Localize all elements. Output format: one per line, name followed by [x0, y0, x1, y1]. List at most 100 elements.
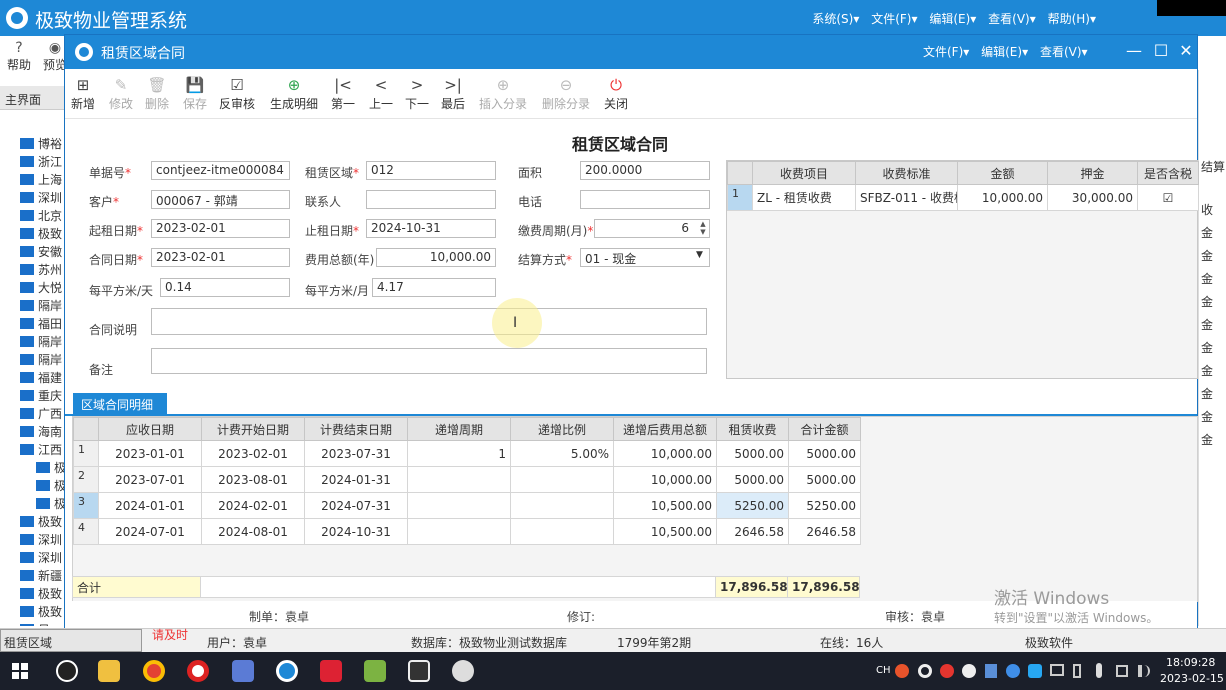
- ratio-cell[interactable]: 5.00%: [510, 440, 614, 467]
- shield-icon[interactable]: [985, 664, 997, 678]
- close-button[interactable]: ⏻ 关闭: [604, 75, 628, 112]
- rent-cell[interactable]: 5250.00: [716, 492, 789, 519]
- network-icon[interactable]: [1116, 665, 1128, 677]
- due-cell[interactable]: 2023-07-01: [98, 466, 202, 493]
- start-cell[interactable]: 2024-08-01: [201, 518, 305, 545]
- per-day-field[interactable]: 0.14: [160, 278, 290, 297]
- minimize-button[interactable]: —: [1123, 41, 1145, 60]
- fee-standard-cell[interactable]: SFBZ-011 - 收费标准: [855, 184, 958, 211]
- tree-node[interactable]: 极: [36, 495, 66, 513]
- cycle-cell[interactable]: 1: [407, 440, 511, 467]
- end-cell[interactable]: 2023-07-31: [304, 440, 408, 467]
- total-cell[interactable]: 10,500.00: [613, 518, 717, 545]
- tree-node[interactable]: 极致: [20, 225, 62, 243]
- android-icon[interactable]: [364, 660, 386, 682]
- tree-node[interactable]: 福田: [20, 315, 62, 333]
- contact-field[interactable]: [366, 190, 496, 209]
- total-cell[interactable]: 10,000.00: [613, 440, 717, 467]
- tree-node[interactable]: 隔岸: [20, 333, 62, 351]
- total-fee-field[interactable]: 10,000.00: [376, 248, 496, 267]
- clapper-icon[interactable]: [408, 660, 430, 682]
- window-menu-view[interactable]: 查看(V)▾: [1040, 43, 1088, 60]
- cycle-cell[interactable]: [407, 492, 511, 519]
- start-date-field[interactable]: 2023-02-01: [151, 219, 290, 238]
- sum-cell[interactable]: 2646.58: [788, 518, 861, 545]
- rent-cell[interactable]: 2646.58: [716, 518, 789, 545]
- tree-node[interactable]: 深圳: [20, 189, 62, 207]
- first-button[interactable]: |< 第一: [331, 75, 355, 112]
- tree-node[interactable]: 极: [36, 477, 66, 495]
- clock-time[interactable]: 18:09:28: [1166, 656, 1215, 669]
- deposit-cell[interactable]: 30,000.00: [1047, 184, 1138, 211]
- window-menu-file[interactable]: 文件(F)▾: [923, 43, 969, 60]
- tree-node[interactable]: 隔岸: [20, 297, 62, 315]
- rent-cell[interactable]: 5000.00: [716, 466, 789, 493]
- area-field[interactable]: 200.0000: [580, 161, 710, 180]
- avatar-icon[interactable]: [452, 660, 474, 682]
- tray-rec-icon[interactable]: [918, 664, 932, 678]
- tree-node[interactable]: 广西: [20, 405, 62, 423]
- record-icon[interactable]: [187, 660, 209, 682]
- table-row[interactable]: 1 2023-01-01 2023-02-01 2023-07-31 1 5.00% 10,…: [73, 440, 861, 467]
- tool-icon[interactable]: [232, 660, 254, 682]
- menu-edit[interactable]: 编辑(E)▾: [929, 10, 976, 27]
- menu-view[interactable]: 查看(V)▾: [988, 10, 1036, 27]
- microphone-icon[interactable]: [1096, 663, 1102, 678]
- menu-file[interactable]: 文件(F)▾: [871, 10, 917, 27]
- total-cell[interactable]: 10,500.00: [613, 492, 717, 519]
- tree-node[interactable]: 极致: [20, 603, 62, 621]
- sum-cell[interactable]: 5000.00: [788, 466, 861, 493]
- delete-entry-button[interactable]: ⊖ 删除分录: [542, 75, 590, 112]
- tree-node[interactable]: 极: [36, 459, 66, 477]
- tray-s-icon[interactable]: [895, 664, 909, 678]
- gen-detail-button[interactable]: ⊕ 生成明细: [270, 75, 318, 112]
- tree-node[interactable]: 北京: [20, 207, 62, 225]
- due-cell[interactable]: 2024-07-01: [98, 518, 202, 545]
- tree-node[interactable]: 深圳: [20, 531, 62, 549]
- menu-system[interactable]: 系统(S)▾: [812, 10, 859, 27]
- windows-start-icon[interactable]: [12, 663, 28, 679]
- tree-node[interactable]: 深圳: [20, 549, 62, 567]
- cycle-cell[interactable]: [407, 466, 511, 493]
- folder-icon[interactable]: [98, 660, 120, 682]
- edit-button[interactable]: ✎ 修改: [109, 75, 133, 112]
- pay-cycle-stepper[interactable]: 6: [594, 219, 710, 238]
- tree-node[interactable]: 新疆: [20, 567, 62, 585]
- tree-node[interactable]: 海南: [20, 423, 62, 441]
- table-row[interactable]: 3 2024-01-01 2024-02-01 2024-07-31 10,500.00…: [73, 492, 861, 519]
- tree-node[interactable]: 隔岸: [20, 351, 62, 369]
- last-button[interactable]: >| 最后: [441, 75, 465, 112]
- end-cell[interactable]: 2024-10-31: [304, 518, 408, 545]
- settle-select[interactable]: 01 - 现金: [580, 248, 710, 267]
- table-row[interactable]: 1ZL - 租赁收费SFBZ-011 - 收费标准10,000.0030,000…: [727, 184, 1199, 211]
- ratio-cell[interactable]: [510, 492, 614, 519]
- tray-cloud-icon[interactable]: [1028, 664, 1042, 678]
- customer-field[interactable]: 000067 - 郭靖: [151, 190, 290, 209]
- insert-entry-button[interactable]: ⊕ 插入分录: [479, 75, 527, 112]
- ratio-cell[interactable]: [510, 466, 614, 493]
- tree-node[interactable]: 浙江: [20, 153, 62, 171]
- total-cell[interactable]: 10,000.00: [613, 466, 717, 493]
- area-region-field[interactable]: 012: [366, 161, 496, 180]
- rent-cell[interactable]: 5000.00: [716, 440, 789, 467]
- start-cell[interactable]: 2023-08-01: [201, 466, 305, 493]
- delete-button[interactable]: 🗑 删除: [145, 75, 169, 112]
- tree-node[interactable]: 苏州: [20, 261, 62, 279]
- region-tree[interactable]: 博裕 浙江 上海 深圳 北京 极致 安徽 苏州 大悦 隔岸 福田 隔岸 隔岸 福建 重庆 广西 海南 江西极极极极…: [0, 131, 70, 626]
- tray-window-icon[interactable]: [1050, 664, 1064, 676]
- tray-chat-icon[interactable]: [1006, 664, 1020, 678]
- chrome-icon[interactable]: [143, 660, 165, 682]
- tray-red-icon[interactable]: [940, 664, 954, 678]
- window-menu-edit[interactable]: 编辑(E)▾: [981, 43, 1028, 60]
- tree-node[interactable]: 极致: [20, 585, 62, 603]
- due-cell[interactable]: 2024-01-01: [98, 492, 202, 519]
- new-button[interactable]: ⊞ 新增: [71, 75, 95, 112]
- maximize-button[interactable]: ☐: [1150, 41, 1172, 60]
- per-month-field[interactable]: 4.17: [372, 278, 496, 297]
- start-cell[interactable]: 2024-02-01: [201, 492, 305, 519]
- tree-node[interactable]: 重庆: [20, 387, 62, 405]
- spin-arrows-icon[interactable]: ▲ ▼: [697, 220, 709, 237]
- table-row[interactable]: 2 2023-07-01 2023-08-01 2024-01-31 10,000.00…: [73, 466, 861, 493]
- sum-cell[interactable]: 5000.00: [788, 440, 861, 467]
- volume-icon[interactable]: [1138, 665, 1150, 677]
